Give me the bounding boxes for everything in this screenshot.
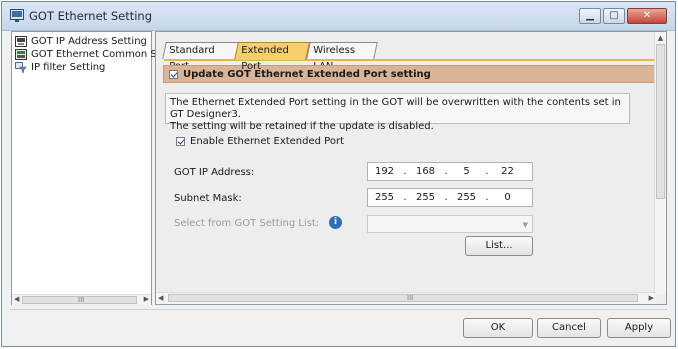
mask-octet: 255 (374, 192, 395, 203)
tree-horizontal-scrollbar[interactable]: ◀ III ▶ (12, 294, 151, 305)
mask-octet: 255 (415, 192, 436, 203)
subnet-mask-label: Subnet Mask: (174, 193, 242, 204)
network-settings-icon (15, 49, 27, 60)
info-message-line: The setting will be retained if the upda… (170, 121, 434, 132)
content-vertical-scrollbar[interactable]: ▲ (654, 32, 666, 294)
maximize-icon: □ (609, 10, 619, 21)
maximize-button[interactable]: □ (603, 8, 625, 24)
scroll-right-icon[interactable]: ▶ (144, 295, 149, 303)
scroll-thumb[interactable]: III (22, 296, 137, 304)
scroll-thumb[interactable]: III (168, 294, 638, 302)
scroll-left-icon[interactable]: ◀ (158, 294, 163, 302)
minimize-button[interactable]: ▁ (579, 8, 601, 24)
settings-tree: GOT IP Address Setting GOT Ethernet Comm… (11, 31, 157, 305)
subnet-mask-field[interactable]: 255. 255. 255. 0 (367, 188, 533, 207)
tab-extended-port[interactable]: Extended Port (234, 42, 310, 72)
content-horizontal-scrollbar[interactable]: ◀ III ▶ (156, 292, 656, 304)
scroll-grip-icon: III (78, 296, 85, 304)
close-icon: ✕ (642, 10, 652, 21)
setting-list-label: Select from GOT Setting List: (174, 218, 320, 229)
tree-item-label: GOT IP Address Setting (31, 36, 147, 47)
update-setting-bar: Update GOT Ethernet Extended Port settin… (163, 65, 656, 83)
tab-wireless-lan[interactable]: Wireless LAN (306, 42, 378, 72)
scroll-thumb[interactable] (656, 44, 665, 199)
info-message-box: The Ethernet Extended Port setting in th… (165, 93, 630, 132)
info-message-line: The Ethernet Extended Port setting in th… (170, 97, 621, 120)
enable-extended-port-row: Enable Ethernet Extended Port (176, 136, 344, 147)
footer-divider (10, 309, 667, 310)
dialog-window: GOT Ethernet Setting ▁ □ ✕ GOT IP Addres… (1, 1, 676, 347)
update-setting-label: Update GOT Ethernet Extended Port settin… (183, 68, 431, 80)
network-port-icon (15, 36, 27, 47)
cancel-button[interactable]: Cancel (537, 318, 601, 338)
ip-address-label: GOT IP Address: (174, 167, 255, 178)
ip-octet: 22 (501, 166, 514, 177)
tree-item-label: GOT Ethernet Common S (31, 49, 157, 60)
setting-list-dropdown[interactable]: ▼ (367, 215, 533, 233)
update-setting-checkbox[interactable] (169, 69, 178, 79)
scroll-grip-icon: III (407, 294, 414, 302)
scroll-up-icon[interactable]: ▲ (655, 34, 666, 42)
mask-octet: 0 (504, 192, 511, 203)
ip-octet: 192 (374, 166, 395, 177)
ip-address-field[interactable]: 192. 168. 5. 22 (367, 162, 533, 181)
mask-octet: 255 (456, 192, 477, 203)
scroll-left-icon[interactable]: ◀ (14, 295, 19, 303)
filter-icon (15, 62, 27, 73)
tree-item-ethernet-common[interactable]: GOT Ethernet Common S (15, 48, 157, 61)
app-icon (10, 9, 24, 22)
tree-item-label: IP filter Setting (31, 62, 106, 73)
tree-item-ip-address[interactable]: GOT IP Address Setting (15, 35, 147, 48)
chevron-down-icon: ▼ (522, 221, 528, 229)
close-button[interactable]: ✕ (627, 8, 667, 24)
enable-extended-port-label: Enable Ethernet Extended Port (190, 136, 344, 147)
enable-extended-port-checkbox[interactable] (176, 137, 185, 146)
info-icon[interactable]: i (329, 216, 342, 229)
list-button[interactable]: List... (465, 236, 533, 256)
port-settings-panel: Standard Port Extended Port Wireless LAN… (155, 31, 667, 305)
tab-standard-port[interactable]: Standard Port (162, 42, 240, 72)
minimize-icon: ▁ (586, 10, 594, 21)
ip-octet: 5 (463, 166, 470, 177)
ip-octet: 168 (415, 166, 436, 177)
title-bar: GOT Ethernet Setting ▁ □ ✕ (2, 2, 675, 31)
tree-item-ip-filter[interactable]: IP filter Setting (15, 61, 105, 74)
ok-button[interactable]: OK (463, 318, 533, 338)
scroll-right-icon[interactable]: ▶ (649, 294, 654, 302)
apply-button[interactable]: Apply (607, 318, 671, 338)
window-title: GOT Ethernet Setting (29, 9, 153, 23)
